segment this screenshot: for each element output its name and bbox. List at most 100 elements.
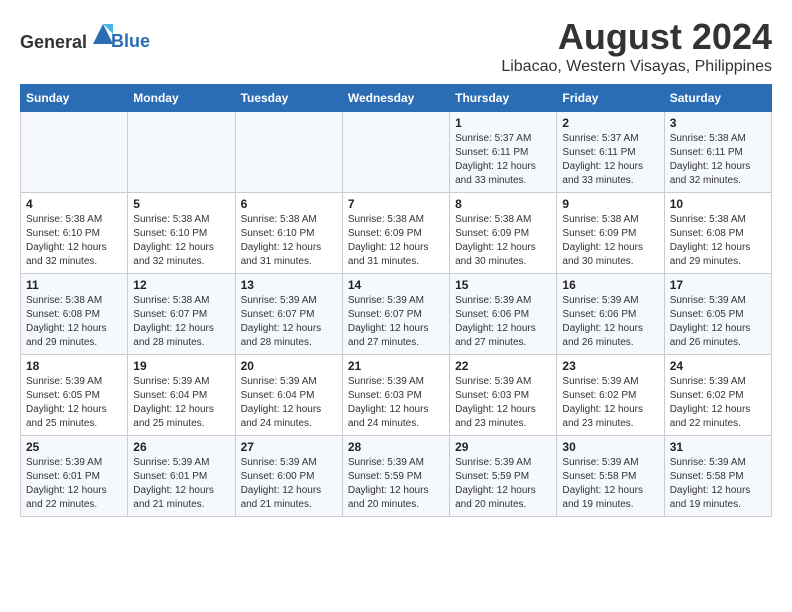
weekday-header-saturday: Saturday (664, 85, 771, 112)
calendar-cell: 24 Sunrise: 5:39 AM Sunset: 6:02 PM Dayli… (664, 355, 771, 436)
calendar-cell: 8 Sunrise: 5:38 AM Sunset: 6:09 PM Daylig… (450, 193, 557, 274)
calendar-table: SundayMondayTuesdayWednesdayThursdayFrid… (20, 84, 772, 517)
calendar-cell: 2 Sunrise: 5:37 AM Sunset: 6:11 PM Daylig… (557, 112, 664, 193)
day-info: Sunrise: 5:39 AM Sunset: 6:02 PM Dayligh… (670, 375, 766, 431)
day-number: 14 (348, 278, 444, 292)
calendar-cell: 31 Sunrise: 5:39 AM Sunset: 5:58 PM Dayli… (664, 436, 771, 517)
day-info: Sunrise: 5:39 AM Sunset: 6:07 PM Dayligh… (241, 294, 337, 350)
title-section: August 2024 Libacao, Western Visayas, Ph… (501, 16, 772, 76)
day-info: Sunrise: 5:38 AM Sunset: 6:08 PM Dayligh… (26, 294, 122, 350)
calendar-cell: 22Sunrise: 5:39 AM Sunset: 6:03 PM Dayli… (450, 355, 557, 436)
calendar-cell: 29Sunrise: 5:39 AM Sunset: 5:59 PM Dayli… (450, 436, 557, 517)
day-info: Sunrise: 5:37 AM Sunset: 6:11 PM Dayligh… (455, 132, 551, 188)
day-number: 18 (26, 359, 122, 373)
day-info: Sunrise: 5:39 AM Sunset: 6:05 PM Dayligh… (26, 375, 122, 431)
day-info: Sunrise: 5:38 AM Sunset: 6:10 PM Dayligh… (241, 213, 337, 269)
calendar-cell: 23 Sunrise: 5:39 AM Sunset: 6:02 PM Dayli… (557, 355, 664, 436)
calendar-cell: 11 Sunrise: 5:38 AM Sunset: 6:08 PM Dayli… (21, 274, 128, 355)
day-info: Sunrise: 5:39 AM Sunset: 6:06 PM Dayligh… (562, 294, 658, 350)
main-title: August 2024 (501, 16, 772, 58)
calendar-cell: 12 Sunrise: 5:38 AM Sunset: 6:07 PM Dayli… (128, 274, 235, 355)
calendar-cell: 3Sunrise: 5:38 AM Sunset: 6:11 PM Daylig… (664, 112, 771, 193)
day-number: 23 (562, 359, 658, 373)
day-info: Sunrise: 5:39 AM Sunset: 6:02 PM Dayligh… (562, 375, 658, 431)
calendar-cell: 17Sunrise: 5:39 AM Sunset: 6:05 PM Dayli… (664, 274, 771, 355)
day-info: Sunrise: 5:38 AM Sunset: 6:09 PM Dayligh… (348, 213, 444, 269)
day-info: Sunrise: 5:39 AM Sunset: 6:01 PM Dayligh… (26, 456, 122, 512)
subtitle: Libacao, Western Visayas, Philippines (501, 58, 772, 76)
logo-text: General (20, 20, 117, 53)
day-info: Sunrise: 5:39 AM Sunset: 6:03 PM Dayligh… (348, 375, 444, 431)
day-info: Sunrise: 5:37 AM Sunset: 6:11 PM Dayligh… (562, 132, 658, 188)
day-number: 21 (348, 359, 444, 373)
calendar-cell: 18 Sunrise: 5:39 AM Sunset: 6:05 PM Dayli… (21, 355, 128, 436)
day-number: 20 (241, 359, 337, 373)
day-number: 24 (670, 359, 766, 373)
logo-general: General (20, 32, 87, 52)
weekday-header-tuesday: Tuesday (235, 85, 342, 112)
calendar-cell: 19 Sunrise: 5:39 AM Sunset: 6:04 PM Dayli… (128, 355, 235, 436)
weekday-header-monday: Monday (128, 85, 235, 112)
day-number: 8 (455, 197, 551, 211)
calendar-cell: 9 Sunrise: 5:38 AM Sunset: 6:09 PM Daylig… (557, 193, 664, 274)
day-number: 30 (562, 440, 658, 454)
calendar-cell: 4 Sunrise: 5:38 AM Sunset: 6:10 PM Daylig… (21, 193, 128, 274)
day-number: 3 (670, 116, 766, 130)
calendar-cell: 1 Sunrise: 5:37 AM Sunset: 6:11 PM Daylig… (450, 112, 557, 193)
calendar-cell: 25 Sunrise: 5:39 AM Sunset: 6:01 PM Dayli… (21, 436, 128, 517)
day-number: 1 (455, 116, 551, 130)
calendar-week-2: 4 Sunrise: 5:38 AM Sunset: 6:10 PM Daylig… (21, 193, 772, 274)
calendar-cell (128, 112, 235, 193)
day-info: Sunrise: 5:39 AM Sunset: 6:03 PM Dayligh… (455, 375, 551, 431)
day-info: Sunrise: 5:39 AM Sunset: 6:04 PM Dayligh… (241, 375, 337, 431)
day-number: 15 (455, 278, 551, 292)
calendar-cell: 20 Sunrise: 5:39 AM Sunset: 6:04 PM Dayli… (235, 355, 342, 436)
day-number: 19 (133, 359, 229, 373)
day-number: 31 (670, 440, 766, 454)
calendar-cell: 7Sunrise: 5:38 AM Sunset: 6:09 PM Daylig… (342, 193, 449, 274)
calendar-cell: 14Sunrise: 5:39 AM Sunset: 6:07 PM Dayli… (342, 274, 449, 355)
day-info: Sunrise: 5:39 AM Sunset: 5:58 PM Dayligh… (562, 456, 658, 512)
calendar-week-3: 11 Sunrise: 5:38 AM Sunset: 6:08 PM Dayli… (21, 274, 772, 355)
weekday-header-row: SundayMondayTuesdayWednesdayThursdayFrid… (21, 85, 772, 112)
day-info: Sunrise: 5:38 AM Sunset: 6:10 PM Dayligh… (26, 213, 122, 269)
day-info: Sunrise: 5:39 AM Sunset: 5:59 PM Dayligh… (455, 456, 551, 512)
calendar-cell: 27Sunrise: 5:39 AM Sunset: 6:00 PM Dayli… (235, 436, 342, 517)
day-number: 26 (133, 440, 229, 454)
calendar-cell (235, 112, 342, 193)
day-number: 6 (241, 197, 337, 211)
calendar-week-4: 18 Sunrise: 5:39 AM Sunset: 6:05 PM Dayli… (21, 355, 772, 436)
day-info: Sunrise: 5:39 AM Sunset: 5:58 PM Dayligh… (670, 456, 766, 512)
day-number: 28 (348, 440, 444, 454)
logo: General Blue (20, 20, 150, 53)
calendar-cell (21, 112, 128, 193)
weekday-header-friday: Friday (557, 85, 664, 112)
day-number: 2 (562, 116, 658, 130)
day-info: Sunrise: 5:39 AM Sunset: 5:59 PM Dayligh… (348, 456, 444, 512)
day-info: Sunrise: 5:38 AM Sunset: 6:10 PM Dayligh… (133, 213, 229, 269)
calendar-cell: 26Sunrise: 5:39 AM Sunset: 6:01 PM Dayli… (128, 436, 235, 517)
calendar-cell: 16 Sunrise: 5:39 AM Sunset: 6:06 PM Dayli… (557, 274, 664, 355)
calendar-week-5: 25 Sunrise: 5:39 AM Sunset: 6:01 PM Dayli… (21, 436, 772, 517)
weekday-header-wednesday: Wednesday (342, 85, 449, 112)
weekday-header-thursday: Thursday (450, 85, 557, 112)
day-info: Sunrise: 5:38 AM Sunset: 6:09 PM Dayligh… (562, 213, 658, 269)
day-number: 5 (133, 197, 229, 211)
day-number: 16 (562, 278, 658, 292)
day-number: 4 (26, 197, 122, 211)
day-info: Sunrise: 5:38 AM Sunset: 6:09 PM Dayligh… (455, 213, 551, 269)
day-info: Sunrise: 5:39 AM Sunset: 6:04 PM Dayligh… (133, 375, 229, 431)
calendar-cell: 13Sunrise: 5:39 AM Sunset: 6:07 PM Dayli… (235, 274, 342, 355)
calendar-cell: 28 Sunrise: 5:39 AM Sunset: 5:59 PM Dayli… (342, 436, 449, 517)
day-number: 25 (26, 440, 122, 454)
day-number: 17 (670, 278, 766, 292)
page-header: General Blue August 2024 Libacao, Wester… (20, 16, 772, 76)
day-info: Sunrise: 5:38 AM Sunset: 6:08 PM Dayligh… (670, 213, 766, 269)
day-number: 12 (133, 278, 229, 292)
calendar-cell (342, 112, 449, 193)
day-number: 9 (562, 197, 658, 211)
day-number: 11 (26, 278, 122, 292)
day-info: Sunrise: 5:38 AM Sunset: 6:07 PM Dayligh… (133, 294, 229, 350)
calendar-cell: 6 Sunrise: 5:38 AM Sunset: 6:10 PM Daylig… (235, 193, 342, 274)
logo-blue-text: Blue (111, 31, 150, 52)
